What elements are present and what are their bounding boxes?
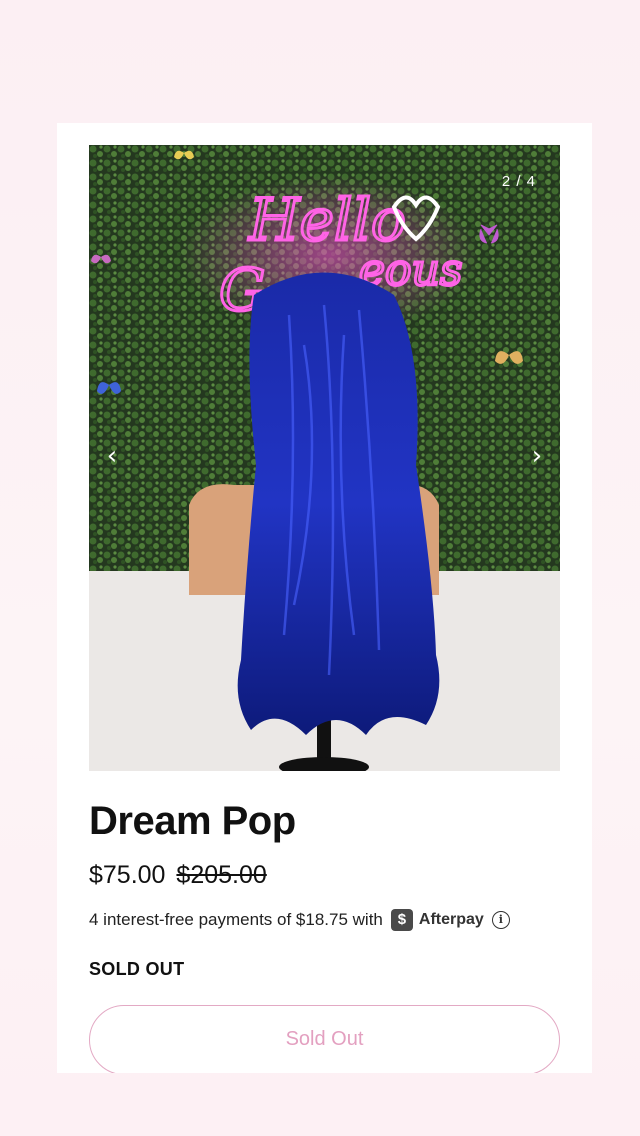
product-photo: Hello G eous bbox=[89, 145, 560, 771]
product-image-gallery[interactable]: Hello G eous 2 / 4 ‹ › bbox=[89, 145, 560, 771]
afterpay-name: Afterpay bbox=[418, 911, 484, 928]
product-card: Hello G eous 2 / 4 ‹ › Dream Pop $75.00 … bbox=[57, 123, 592, 1073]
afterpay-logo-icon: $ bbox=[390, 909, 413, 931]
installments-text: 4 interest-free payments of $18.75 with bbox=[89, 910, 383, 929]
chevron-right-icon[interactable]: › bbox=[522, 441, 552, 471]
sale-price: $75.00 bbox=[89, 861, 166, 889]
stock-status: SOLD OUT bbox=[89, 959, 185, 979]
gallery-counter: 2 / 4 bbox=[501, 173, 536, 190]
product-title: Dream Pop bbox=[89, 799, 296, 843]
page: Hello G eous 2 / 4 ‹ › Dream Pop $75.00 … bbox=[0, 0, 640, 1136]
afterpay-installments: 4 interest-free payments of $18.75 with … bbox=[89, 909, 510, 931]
chevron-left-icon[interactable]: ‹ bbox=[97, 441, 127, 471]
blue-wig bbox=[237, 272, 440, 735]
price-row: $75.00 $205.00 bbox=[89, 861, 267, 890]
sold-out-button[interactable]: Sold Out bbox=[89, 1005, 560, 1073]
neon-sign-text: Hello bbox=[248, 186, 406, 254]
compare-at-price: $205.00 bbox=[176, 861, 267, 889]
info-icon[interactable]: i bbox=[491, 911, 510, 929]
